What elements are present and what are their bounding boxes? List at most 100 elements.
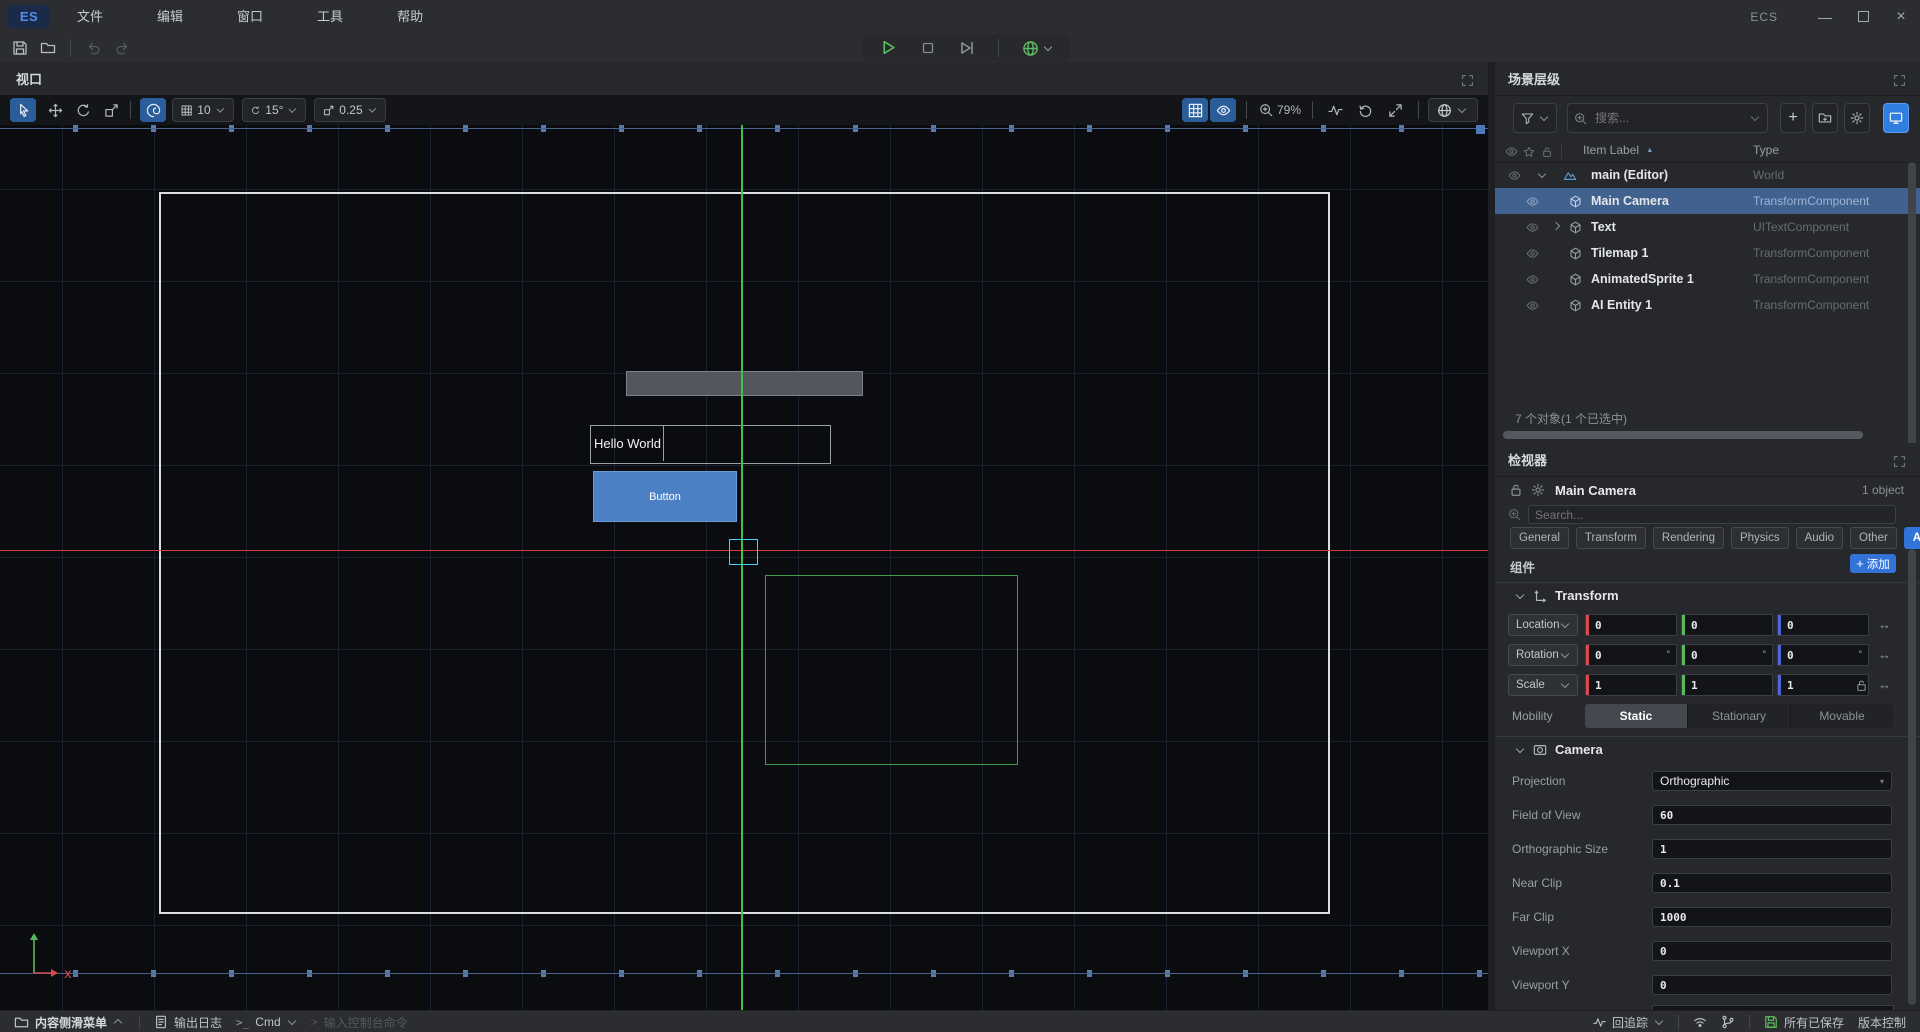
entity-lock-icon[interactable] (1509, 481, 1523, 499)
version-control-button[interactable]: 版本控制 (1858, 1014, 1906, 1031)
inspector-vscrollbar[interactable] (1908, 549, 1916, 1005)
near-clip-input[interactable]: 0.1 (1652, 873, 1892, 893)
mobility-movable[interactable]: Movable (1791, 704, 1893, 728)
scale-mode-dropdown[interactable]: Scale (1508, 674, 1578, 696)
mobility-stationary[interactable]: Stationary (1688, 704, 1791, 728)
mobility-static[interactable]: Static (1585, 704, 1688, 728)
play-button[interactable] (880, 39, 897, 57)
redo-button[interactable] (110, 37, 134, 59)
ui-button-element[interactable]: Button (593, 471, 737, 522)
location-x-input[interactable]: 0 (1585, 614, 1677, 636)
maximize-button[interactable] (1844, 0, 1882, 33)
inspector-search-input[interactable] (1528, 505, 1896, 524)
camera-bounds-handle[interactable] (1476, 125, 1485, 134)
hierarchy-search[interactable] (1567, 103, 1768, 133)
screen-view-button[interactable] (1883, 103, 1909, 133)
trace-dropdown[interactable]: 回追踪 (1593, 1014, 1664, 1031)
hierarchy-row-text[interactable]: Text UITextComponent (1495, 214, 1920, 240)
field-of-view-input[interactable]: 60 (1652, 805, 1892, 825)
menu-window[interactable]: 窗口 (210, 0, 290, 33)
far-clip-input[interactable]: 1000 (1652, 907, 1892, 927)
text-element[interactable]: Hello World (590, 425, 831, 464)
projection-dropdown[interactable]: Orthographic▾ (1652, 771, 1892, 791)
add-component-button[interactable]: +添加 (1850, 554, 1896, 573)
menu-help[interactable]: 帮助 (370, 0, 450, 33)
tilemap-sprite[interactable] (626, 371, 863, 396)
ai-entity-rect[interactable] (765, 575, 1018, 765)
hierarchy-row-ai-entity[interactable]: AI Entity 1 TransformComponent (1495, 292, 1920, 318)
viewport-expand-icon[interactable] (1461, 72, 1474, 87)
hierarchy-expand-icon[interactable] (1893, 72, 1906, 87)
location-link-icon[interactable]: ↔ (1878, 617, 1891, 632)
hierarchy-settings-button[interactable] (1844, 103, 1870, 133)
filter-button[interactable] (1513, 103, 1557, 133)
tab-audio[interactable]: Audio (1796, 527, 1843, 549)
minimize-button[interactable]: — (1806, 0, 1844, 33)
scale-y-input[interactable]: 1 (1681, 674, 1773, 696)
visibility-toggle[interactable] (1210, 98, 1236, 122)
selection-handle-rect[interactable] (729, 539, 758, 565)
scale-tool-button[interactable] (98, 98, 124, 122)
save-button[interactable] (8, 37, 32, 59)
reset-view-button[interactable] (1352, 98, 1378, 122)
tab-general[interactable]: General (1510, 527, 1569, 549)
entity-settings-icon[interactable] (1531, 481, 1545, 499)
hierarchy-table-header[interactable]: Item Label ▲ Type (1495, 140, 1920, 163)
undo-button[interactable] (82, 37, 106, 59)
save-status[interactable]: 所有已保存 (1764, 1014, 1844, 1031)
rotation-link-icon[interactable]: ↔ (1878, 647, 1891, 662)
scale-snap-dropdown[interactable]: 0.25 (314, 98, 386, 122)
viewport-world-dropdown[interactable] (1428, 98, 1478, 122)
location-mode-dropdown[interactable]: Location (1508, 614, 1578, 636)
scale-lock-icon[interactable] (1855, 677, 1868, 695)
select-tool-button[interactable] (10, 98, 36, 122)
camera-section-header[interactable]: Camera (1495, 736, 1920, 762)
hierarchy-row-main-camera[interactable]: Main Camera TransformComponent (1495, 188, 1920, 214)
scene-canvas[interactable]: Hello World Button x (0, 125, 1488, 1010)
output-log-button[interactable]: 输出日志 (154, 1014, 222, 1031)
hierarchy-vscrollbar[interactable] (1908, 162, 1916, 462)
fit-view-button[interactable] (1382, 98, 1408, 122)
menu-file[interactable]: 文件 (50, 0, 130, 33)
zoom-level-button[interactable]: 79% (1256, 98, 1304, 122)
tab-physics[interactable]: Physics (1731, 527, 1789, 549)
rotation-x-input[interactable]: 0° (1585, 644, 1677, 666)
orthographic-size-input[interactable]: 1 (1652, 839, 1892, 859)
menu-tools[interactable]: 工具 (290, 0, 370, 33)
step-button[interactable] (959, 39, 975, 57)
tab-rendering[interactable]: Rendering (1653, 527, 1724, 549)
rotate-tool-button[interactable] (70, 98, 96, 122)
add-folder-button[interactable] (1812, 103, 1838, 133)
grid-snap-dropdown[interactable]: 10 (172, 98, 234, 122)
rotation-mode-dropdown[interactable]: Rotation (1508, 644, 1578, 666)
move-tool-button[interactable] (42, 98, 68, 122)
inspector-expand-icon[interactable] (1893, 453, 1906, 468)
hierarchy-search-input[interactable] (1593, 110, 1750, 126)
content-drawer-button[interactable]: 内容侧滑菜单 (14, 1014, 123, 1031)
viewport-x-input[interactable]: 0 (1652, 941, 1892, 961)
snap-toggle-button[interactable] (140, 98, 166, 122)
stop-button[interactable] (920, 39, 936, 57)
location-z-input[interactable]: 0 (1777, 614, 1869, 636)
hierarchy-row-animatedsprite[interactable]: AnimatedSprite 1 TransformComponent (1495, 266, 1920, 292)
hierarchy-hscrollbar[interactable] (1503, 431, 1863, 439)
grid-visibility-toggle[interactable] (1182, 98, 1208, 122)
stats-button[interactable] (1322, 98, 1348, 122)
tab-all[interactable]: All (1904, 527, 1920, 549)
transform-section-header[interactable]: Transform (1495, 582, 1920, 608)
open-folder-button[interactable] (36, 37, 60, 59)
rotation-y-input[interactable]: 0° (1681, 644, 1773, 666)
hierarchy-row-main[interactable]: main (Editor) World (1495, 162, 1920, 188)
scale-link-icon[interactable]: ↔ (1878, 677, 1891, 692)
tab-transform[interactable]: Transform (1576, 527, 1646, 549)
location-y-input[interactable]: 0 (1681, 614, 1773, 636)
network-status-icon[interactable] (1693, 1015, 1707, 1029)
hierarchy-row-tilemap[interactable]: Tilemap 1 TransformComponent (1495, 240, 1920, 266)
rotation-z-input[interactable]: 0° (1777, 644, 1869, 666)
console-input[interactable]: >输入控制台命令 (311, 1014, 408, 1031)
world-selector-dropdown[interactable] (1022, 40, 1053, 57)
cmd-dropdown[interactable]: >_ Cmd (236, 1015, 297, 1029)
source-control-icon[interactable] (1721, 1015, 1735, 1029)
viewport-y-input[interactable]: 0 (1652, 975, 1892, 995)
rotation-snap-dropdown[interactable]: 15° (242, 98, 306, 122)
